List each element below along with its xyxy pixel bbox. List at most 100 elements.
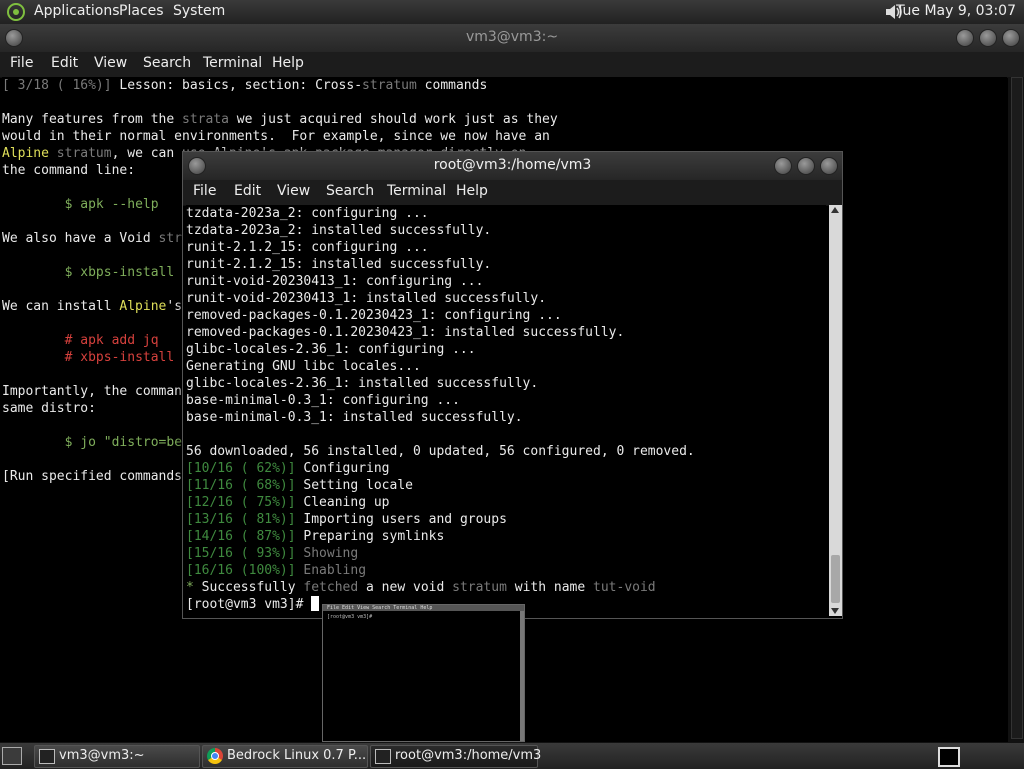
close-button[interactable]	[1002, 29, 1020, 47]
terminal-text: Lesson: basics, section: Cross-	[119, 78, 363, 93]
root-terminal-output[interactable]: tzdata-2023a_2: configuring ... tzdata-20…	[186, 205, 826, 616]
main-titlebar[interactable]: vm3@vm3:~	[0, 24, 1024, 53]
terminal-text: Alpine	[2, 146, 49, 161]
terminal-text: [14/16 ( 87%)]	[186, 529, 296, 544]
bottom-panel: vm3@vm3:~ Bedrock Linux 0.7 P... root@vm…	[0, 742, 1024, 769]
terminal-text: with name	[506, 580, 594, 595]
overlay-titlebar[interactable]: root@vm3:/home/vm3	[183, 152, 842, 181]
scroll-down-icon[interactable]	[831, 608, 839, 614]
task-vm3-terminal[interactable]: vm3@vm3:~	[34, 745, 200, 768]
terminal-line: runit-void-20230413_1: configuring ...	[186, 273, 826, 290]
terminal-line: runit-void-20230413_1: installed success…	[186, 290, 826, 307]
task-root-terminal[interactable]: root@vm3:/home/vm3	[370, 745, 541, 768]
overlay-menubar: File Edit View Search Terminal Help	[183, 180, 842, 206]
terminal-text: fetched	[303, 580, 359, 595]
gnome-foot-icon[interactable]	[6, 2, 26, 22]
terminal-text: we just acquired should work just as the…	[228, 112, 558, 127]
terminal-text: We also have a Void	[2, 231, 159, 246]
terminal-text: [13/16 ( 81%)]	[186, 512, 296, 527]
terminal-line: removed-packages-0.1.20230423_1: configu…	[186, 307, 826, 324]
terminal-line: base-minimal-0.3_1: configuring ...	[186, 392, 826, 409]
clock[interactable]: Tue May 9, 03:07	[896, 3, 1016, 19]
terminal-text: tut-void	[593, 580, 656, 595]
terminal-text: Generating GNU libc locales...	[186, 359, 421, 374]
menu-help[interactable]: Help	[456, 183, 488, 199]
window-thumbnail-preview: File Edit View Search Terminal Help [roo…	[322, 604, 525, 742]
terminal-text: same distro:	[2, 401, 96, 416]
task-label: vm3@vm3:~	[59, 748, 145, 763]
menu-view[interactable]: View	[94, 55, 127, 71]
terminal-text: stratum	[452, 580, 507, 595]
workspace-switcher[interactable]	[938, 747, 960, 767]
applications-menu[interactable]: Applications	[34, 3, 120, 19]
terminal-text: removed-packages-0.1.20230423_1: configu…	[186, 308, 562, 323]
minimize-button[interactable]	[774, 157, 792, 175]
main-window-title: vm3@vm3:~	[465, 29, 559, 45]
terminal-line: [12/16 ( 75%)] Cleaning up	[186, 494, 826, 511]
scroll-up-icon[interactable]	[831, 207, 839, 213]
task-chrome-bedrock[interactable]: Bedrock Linux 0.7 P...	[202, 745, 368, 768]
menu-edit[interactable]: Edit	[51, 55, 78, 71]
main-menubar: File Edit View Search Terminal Help	[0, 52, 1024, 78]
show-desktop-icon[interactable]	[2, 747, 22, 765]
thumbnail-prompt: [root@vm3 vm3]#	[327, 614, 373, 620]
terminal-text: glibc-locales-2.36_1: installed successf…	[186, 376, 539, 391]
terminal-text: [10/16 ( 62%)]	[186, 461, 296, 476]
main-scrollbar[interactable]	[1008, 77, 1024, 742]
terminal-text: Preparing symlinks	[295, 529, 445, 544]
task-label: Bedrock Linux 0.7 P...	[227, 748, 367, 763]
scroll-thumb[interactable]	[831, 555, 840, 603]
terminal-line: Generating GNU libc locales...	[186, 358, 826, 375]
top-panel: Applications Places System Tue May 9, 03…	[0, 0, 1024, 25]
terminal-line: glibc-locales-2.36_1: configuring ...	[186, 341, 826, 358]
terminal-text: Enabling	[295, 563, 367, 578]
terminal-text: the command line:	[2, 163, 136, 178]
menu-help[interactable]: Help	[272, 55, 304, 71]
terminal-text: a new void	[358, 580, 453, 595]
terminal-line: glibc-locales-2.36_1: installed successf…	[186, 375, 826, 392]
terminal-text: removed-packages-0.1.20230423_1: install…	[186, 325, 625, 340]
terminal-text: [12/16 ( 75%)]	[186, 495, 296, 510]
terminal-text: base-minimal-0.3_1: configuring ...	[186, 393, 460, 408]
maximize-button[interactable]	[797, 157, 815, 175]
terminal-text: [16/16 (100%)]	[186, 563, 296, 578]
terminal-text: strata	[182, 112, 229, 127]
terminal-text: *	[186, 580, 202, 595]
menu-view[interactable]: View	[277, 183, 310, 199]
menu-edit[interactable]: Edit	[234, 183, 261, 199]
root-terminal-window: root@vm3:/home/vm3 File Edit View Search…	[182, 151, 843, 619]
chrome-icon	[207, 748, 223, 764]
system-menu[interactable]: System	[173, 3, 225, 19]
close-button[interactable]	[820, 157, 838, 175]
terminal-line: * Successfully fetched a new void stratu…	[186, 579, 826, 596]
menu-file[interactable]: File	[193, 183, 216, 199]
terminal-text: # xbps-install jo	[64, 350, 198, 365]
terminal-text: runit-void-20230413_1: installed success…	[186, 291, 547, 306]
maximize-button[interactable]	[979, 29, 997, 47]
menu-file[interactable]: File	[10, 55, 33, 71]
terminal-text: stratum	[362, 78, 417, 93]
terminal-text: $ apk --help	[64, 197, 159, 212]
terminal-text: Importing users and groups	[295, 512, 507, 527]
terminal-line: [11/16 ( 68%)] Setting locale	[186, 477, 826, 494]
terminal-line: runit-2.1.2_15: installed successfully.	[186, 256, 826, 273]
terminal-text: # apk add jq	[64, 333, 159, 348]
menu-search[interactable]: Search	[326, 183, 374, 199]
menu-search[interactable]: Search	[143, 55, 191, 71]
terminal-line: [14/16 ( 87%)] Preparing symlinks	[186, 528, 826, 545]
menu-terminal[interactable]: Terminal	[203, 55, 262, 71]
terminal-text: [15/16 ( 93%)]	[186, 546, 296, 561]
places-menu[interactable]: Places	[119, 3, 164, 19]
menu-terminal[interactable]: Terminal	[387, 183, 446, 199]
minimize-button[interactable]	[956, 29, 974, 47]
terminal-line: tzdata-2023a_2: installed successfully.	[186, 222, 826, 239]
overlay-scrollbar[interactable]	[829, 205, 842, 616]
terminal-text: Many features from the	[2, 112, 183, 127]
terminal-text: Showing	[295, 546, 359, 561]
terminal-line: would in their normal environments. For …	[2, 128, 1007, 145]
